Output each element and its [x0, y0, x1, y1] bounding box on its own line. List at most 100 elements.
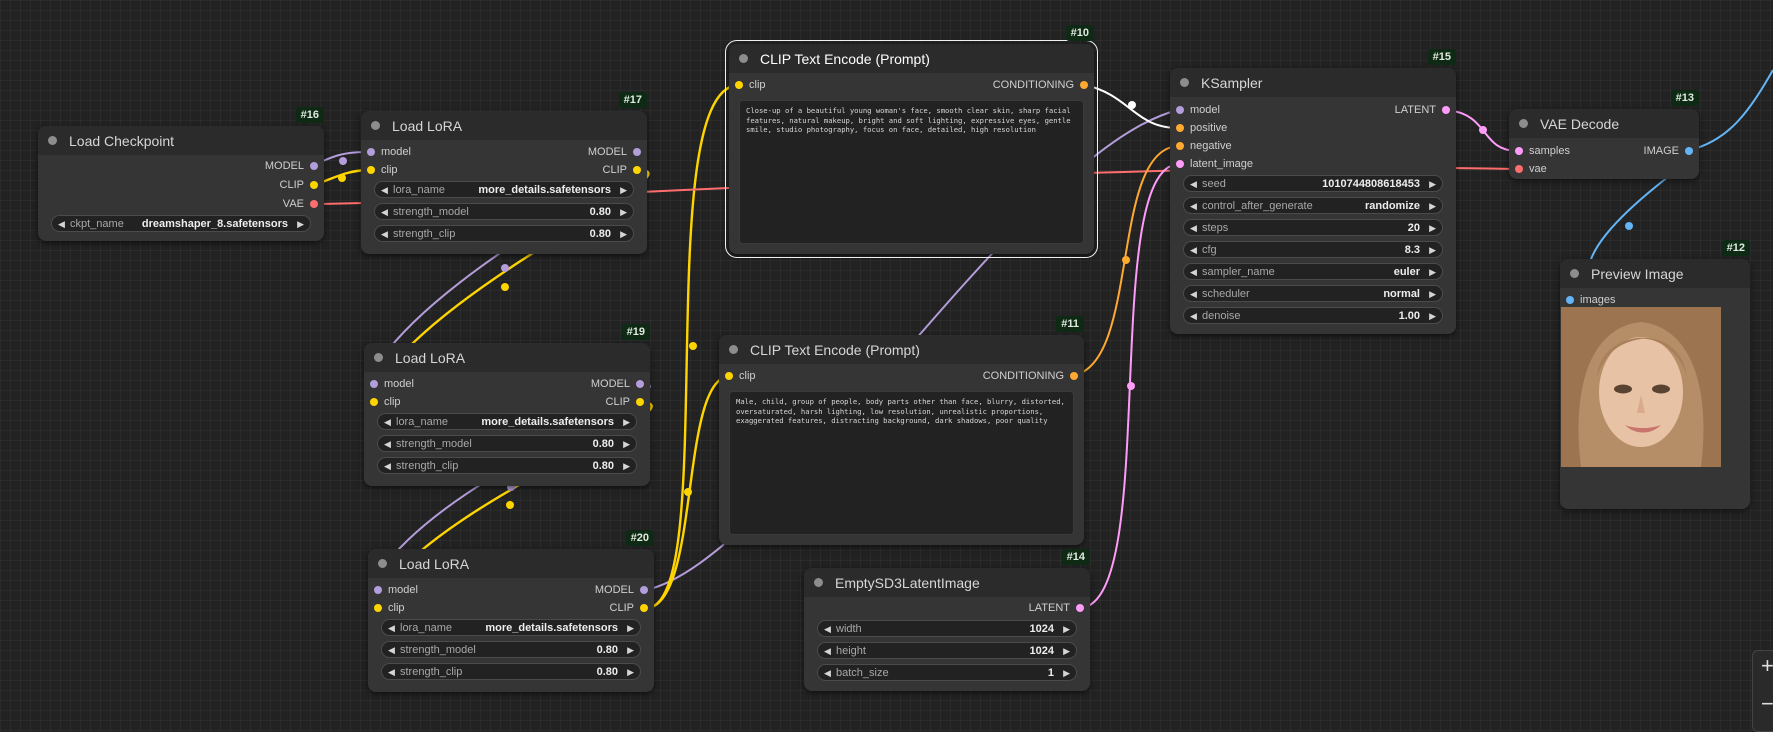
widget-width[interactable]: ◀ width 1024 ▶ [817, 620, 1077, 637]
widget-lora-name[interactable]: ◀ lora_name more_details.safetensors ▶ [374, 181, 634, 198]
increment-arrow-icon[interactable]: ▶ [627, 664, 634, 680]
input-pin-icon[interactable] [367, 166, 375, 174]
input-pin-icon[interactable] [1515, 147, 1523, 155]
output-clip[interactable]: CLIP [610, 600, 648, 616]
decrement-arrow-icon[interactable]: ◀ [384, 458, 391, 474]
collapse-dot-icon[interactable] [814, 578, 823, 587]
increment-arrow-icon[interactable]: ▶ [1429, 220, 1436, 236]
widget-strength-clip[interactable]: ◀ strength_clip 0.80 ▶ [381, 663, 641, 680]
decrement-arrow-icon[interactable]: ◀ [384, 414, 391, 430]
output-vae[interactable]: VAE [283, 196, 318, 212]
input-model[interactable]: model [367, 144, 411, 160]
node-ksampler[interactable]: #15 KSampler model positive negative lat… [1170, 49, 1456, 334]
zoom-in-button[interactable]: + [1761, 653, 1773, 679]
decrement-arrow-icon[interactable]: ◀ [1190, 242, 1197, 258]
output-pin-icon[interactable] [640, 586, 648, 594]
node-clip-text-encode-positive[interactable]: #10 CLIP Text Encode (Prompt) clip CONDI… [725, 25, 1098, 258]
input-positive[interactable]: positive [1176, 120, 1227, 136]
input-pin-icon[interactable] [735, 81, 743, 89]
output-image[interactable]: IMAGE [1644, 143, 1693, 159]
input-pin-icon[interactable] [367, 148, 375, 156]
output-pin-icon[interactable] [310, 181, 318, 189]
collapse-dot-icon[interactable] [1180, 78, 1189, 87]
increment-arrow-icon[interactable]: ▶ [1429, 286, 1436, 302]
collapse-dot-icon[interactable] [48, 136, 57, 145]
output-clip[interactable]: CLIP [280, 177, 318, 193]
output-pin-icon[interactable] [1076, 604, 1084, 612]
widget-control-after-generate[interactable]: ◀ control_after_generate randomize ▶ [1183, 197, 1443, 214]
input-negative[interactable]: negative [1176, 138, 1232, 154]
widget-strength-clip[interactable]: ◀ strength_clip 0.80 ▶ [377, 457, 637, 474]
decrement-arrow-icon[interactable]: ◀ [824, 643, 831, 659]
input-clip[interactable]: clip [370, 394, 401, 410]
prompt-textarea[interactable]: Male, child, group of people, body parts… [729, 391, 1074, 535]
decrement-arrow-icon[interactable]: ◀ [388, 642, 395, 658]
output-pin-icon[interactable] [633, 148, 641, 156]
input-model[interactable]: model [374, 582, 418, 598]
node-title[interactable]: Preview Image [1560, 259, 1750, 288]
increment-arrow-icon[interactable]: ▶ [1063, 621, 1070, 637]
input-clip[interactable]: clip [374, 600, 405, 616]
widget-strength-model[interactable]: ◀ strength_model 0.80 ▶ [374, 203, 634, 220]
input-pin-icon[interactable] [370, 380, 378, 388]
increment-arrow-icon[interactable]: ▶ [623, 414, 630, 430]
collapse-dot-icon[interactable] [374, 353, 383, 362]
input-pin-icon[interactable] [370, 398, 378, 406]
collapse-dot-icon[interactable] [729, 345, 738, 354]
preview-image-output[interactable] [1561, 307, 1721, 467]
increment-arrow-icon[interactable]: ▶ [1063, 665, 1070, 681]
output-pin-icon[interactable] [1442, 106, 1450, 114]
node-load-lora-20[interactable]: #20 Load LoRA model clip MODEL CLIP ◀ lor… [368, 530, 654, 692]
input-pin-icon[interactable] [1176, 106, 1184, 114]
decrement-arrow-icon[interactable]: ◀ [381, 204, 388, 220]
increment-arrow-icon[interactable]: ▶ [620, 182, 627, 198]
decrement-arrow-icon[interactable]: ◀ [1190, 176, 1197, 192]
node-title[interactable]: EmptySD3LatentImage [804, 568, 1090, 597]
widget-strength-model[interactable]: ◀ strength_model 0.80 ▶ [377, 435, 637, 452]
decrement-arrow-icon[interactable]: ◀ [1190, 198, 1197, 214]
widget-batch-size[interactable]: ◀ batch_size 1 ▶ [817, 664, 1077, 681]
collapse-dot-icon[interactable] [378, 559, 387, 568]
node-title[interactable]: Load LoRA [368, 549, 654, 578]
output-pin-icon[interactable] [1685, 147, 1693, 155]
increment-arrow-icon[interactable]: ▶ [620, 226, 627, 242]
increment-arrow-icon[interactable]: ▶ [297, 216, 304, 232]
decrement-arrow-icon[interactable]: ◀ [1190, 286, 1197, 302]
node-load-lora-17[interactable]: #17 Load LoRA model clip MODEL CLIP ◀ lor… [361, 92, 647, 254]
output-conditioning[interactable]: CONDITIONING [993, 77, 1088, 93]
output-pin-icon[interactable] [636, 398, 644, 406]
input-latent-image[interactable]: latent_image [1176, 156, 1253, 172]
decrement-arrow-icon[interactable]: ◀ [1190, 264, 1197, 280]
collapse-dot-icon[interactable] [371, 121, 380, 130]
input-clip[interactable]: clip [725, 368, 756, 384]
widget-scheduler[interactable]: ◀ scheduler normal ▶ [1183, 285, 1443, 302]
increment-arrow-icon[interactable]: ▶ [1429, 176, 1436, 192]
prompt-textarea[interactable]: Close-up of a beautiful young woman's fa… [739, 100, 1084, 244]
node-title[interactable]: CLIP Text Encode (Prompt) [729, 44, 1094, 73]
output-model[interactable]: MODEL [588, 144, 641, 160]
input-pin-icon[interactable] [725, 372, 733, 380]
output-latent[interactable]: LATENT [1395, 102, 1450, 118]
output-model[interactable]: MODEL [591, 376, 644, 392]
input-images[interactable]: images [1566, 292, 1615, 308]
increment-arrow-icon[interactable]: ▶ [1063, 643, 1070, 659]
increment-arrow-icon[interactable]: ▶ [627, 620, 634, 636]
output-clip[interactable]: CLIP [603, 162, 641, 178]
widget-seed[interactable]: ◀ seed 1010744808618453 ▶ [1183, 175, 1443, 192]
node-title[interactable]: KSampler [1170, 68, 1456, 97]
input-pin-icon[interactable] [1176, 124, 1184, 132]
node-title[interactable]: Load LoRA [364, 343, 650, 372]
widget-sampler-name[interactable]: ◀ sampler_name euler ▶ [1183, 263, 1443, 280]
decrement-arrow-icon[interactable]: ◀ [381, 226, 388, 242]
widget-lora-name[interactable]: ◀ lora_name more_details.safetensors ▶ [381, 619, 641, 636]
increment-arrow-icon[interactable]: ▶ [1429, 308, 1436, 324]
output-clip[interactable]: CLIP [606, 394, 644, 410]
input-clip[interactable]: clip [735, 77, 766, 93]
increment-arrow-icon[interactable]: ▶ [623, 436, 630, 452]
decrement-arrow-icon[interactable]: ◀ [388, 620, 395, 636]
input-model[interactable]: model [370, 376, 414, 392]
decrement-arrow-icon[interactable]: ◀ [1190, 308, 1197, 324]
widget-strength-model[interactable]: ◀ strength_model 0.80 ▶ [381, 641, 641, 658]
input-pin-icon[interactable] [1515, 165, 1523, 173]
increment-arrow-icon[interactable]: ▶ [623, 458, 630, 474]
